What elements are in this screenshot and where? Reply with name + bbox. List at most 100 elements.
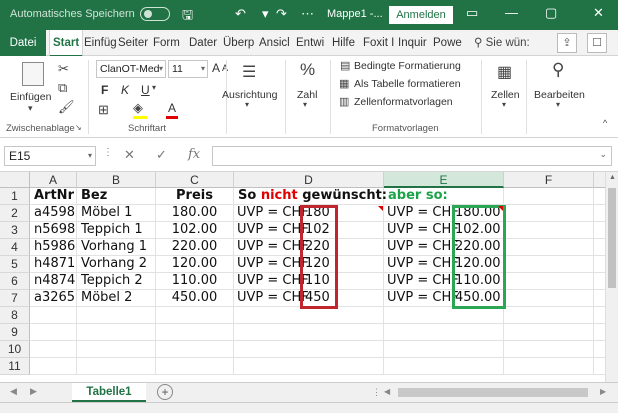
vertical-scrollbar[interactable]: ▲: [605, 172, 618, 382]
row-header[interactable]: 11: [0, 358, 30, 375]
autosave-toggle[interactable]: [140, 7, 170, 21]
empty-cell[interactable]: [594, 324, 605, 341]
empty-cell[interactable]: [156, 341, 234, 358]
cell-b4[interactable]: Vorhang 1: [77, 239, 156, 256]
borders-icon[interactable]: ⊞: [98, 102, 109, 118]
cell-a2[interactable]: a4598: [30, 205, 77, 222]
empty-cell[interactable]: [384, 307, 504, 324]
cell-b7[interactable]: Möbel 2: [77, 290, 156, 307]
row-header[interactable]: 9: [0, 324, 30, 341]
sheet-next-icon[interactable]: ▶: [30, 386, 37, 397]
insert-function-icon[interactable]: fx: [188, 147, 200, 162]
font-size-combo[interactable]: 11 ▾: [168, 60, 208, 78]
tab-hilfe[interactable]: Hilfe: [332, 30, 360, 56]
cell-c5[interactable]: 120.00: [156, 256, 234, 273]
cell-c2[interactable]: 180.00: [156, 205, 234, 222]
cell-b5[interactable]: Vorhang 2: [77, 256, 156, 273]
worksheet-grid[interactable]: A B C D E F 1 2 3 4 5 6 7 8 9 10 11 ArtN…: [0, 172, 605, 382]
save-icon[interactable]: 🖫: [182, 6, 193, 28]
format-as-table-button[interactable]: Als Tabelle formatieren: [354, 78, 461, 90]
empty-cell[interactable]: [234, 307, 384, 324]
empty-cell[interactable]: [30, 358, 77, 375]
empty-cell[interactable]: [384, 324, 504, 341]
empty-cell[interactable]: [384, 341, 504, 358]
redo-icon[interactable]: ↷: [276, 6, 287, 22]
tab-datei[interactable]: Datei: [0, 30, 46, 56]
cancel-icon[interactable]: ✕: [124, 147, 135, 163]
underline-button[interactable]: U: [141, 83, 150, 97]
paste-button[interactable]: Einfügen: [10, 91, 51, 103]
undo-icon[interactable]: ↶: [235, 6, 246, 22]
tab-inquire[interactable]: Inquir: [398, 30, 430, 56]
cell-c1[interactable]: Preis: [156, 188, 234, 205]
empty-cell[interactable]: [77, 307, 156, 324]
paste-dropdown-icon[interactable]: ▾: [28, 103, 33, 114]
search-icon[interactable]: ⚲: [552, 60, 564, 80]
cell-b3[interactable]: Teppich 1: [77, 222, 156, 239]
row-header[interactable]: 7: [0, 290, 30, 307]
alignment-icon[interactable]: ☰: [242, 62, 256, 82]
undo-dropdown-icon[interactable]: ▾: [262, 6, 269, 22]
maximize-icon[interactable]: ▢: [545, 5, 557, 21]
tab-foxit[interactable]: Foxit I: [363, 30, 395, 56]
cell-e1[interactable]: aber so:: [384, 188, 504, 205]
cut-icon[interactable]: ✂: [58, 61, 69, 77]
horizontal-scroll-thumb[interactable]: [398, 388, 588, 397]
empty-cell[interactable]: [594, 256, 605, 273]
empty-cell[interactable]: [156, 324, 234, 341]
row-header[interactable]: 5: [0, 256, 30, 273]
cell-f4[interactable]: [504, 239, 594, 256]
name-box[interactable]: E15 ▾: [4, 146, 96, 166]
cell-a1[interactable]: ArtNr: [30, 188, 77, 205]
empty-cell[interactable]: [384, 358, 504, 375]
number-format-button[interactable]: Zahl: [297, 89, 317, 101]
empty-cell[interactable]: [504, 324, 594, 341]
empty-cell[interactable]: [30, 341, 77, 358]
row-header[interactable]: 6: [0, 273, 30, 290]
tell-me-search[interactable]: ⚲ Sie wün:: [474, 30, 530, 56]
column-header-a[interactable]: A: [30, 172, 77, 188]
collapse-ribbon-icon[interactable]: ^: [603, 118, 607, 128]
cell-a3[interactable]: n5698: [30, 222, 77, 239]
sign-in-button[interactable]: Anmelden: [389, 6, 453, 24]
empty-cell[interactable]: [156, 307, 234, 324]
expand-formula-bar-icon[interactable]: ⌄: [599, 149, 607, 160]
cell-b2[interactable]: Möbel 1: [77, 205, 156, 222]
tab-entwicklertools[interactable]: Entwi: [296, 30, 329, 56]
cells-icon[interactable]: ▦: [497, 62, 512, 82]
share-icon[interactable]: ⇪: [557, 33, 577, 53]
empty-cell[interactable]: [594, 307, 605, 324]
tab-start[interactable]: Start: [49, 30, 84, 57]
cell-c7[interactable]: 450.00: [156, 290, 234, 307]
row-header[interactable]: 10: [0, 341, 30, 358]
empty-cell[interactable]: [77, 358, 156, 375]
percent-icon[interactable]: %: [300, 60, 315, 80]
shrink-font-button[interactable]: A: [222, 63, 228, 73]
empty-cell[interactable]: [30, 324, 77, 341]
select-all-corner[interactable]: [0, 172, 30, 188]
enter-icon[interactable]: ✓: [156, 147, 167, 163]
add-sheet-icon[interactable]: +: [157, 384, 173, 400]
empty-cell[interactable]: [594, 205, 605, 222]
customize-qat-icon[interactable]: ⋯: [301, 6, 314, 22]
fill-color-icon[interactable]: ◈: [133, 100, 143, 116]
minimize-icon[interactable]: —: [505, 5, 518, 20]
row-header[interactable]: 1: [0, 188, 30, 205]
underline-dropdown-icon[interactable]: ▾: [152, 83, 156, 92]
cell-f2[interactable]: [504, 205, 594, 222]
alignment-button[interactable]: Ausrichtung: [222, 89, 277, 101]
cell-f1[interactable]: [504, 188, 594, 205]
cell-f7[interactable]: [504, 290, 594, 307]
font-color-button[interactable]: A: [168, 101, 176, 115]
cell-d1[interactable]: So nicht gewünscht:: [234, 188, 387, 205]
cell-f3[interactable]: [504, 222, 594, 239]
empty-cell[interactable]: [594, 222, 605, 239]
tab-formeln[interactable]: Form: [153, 30, 185, 56]
tab-seitenlayout[interactable]: Seiter: [118, 30, 150, 56]
row-header[interactable]: 2: [0, 205, 30, 222]
cell-b1[interactable]: Bez: [77, 188, 156, 205]
paste-icon[interactable]: [22, 62, 44, 86]
empty-cell[interactable]: [504, 358, 594, 375]
font-name-combo[interactable]: ClanOT-Med ▾: [96, 60, 166, 78]
formula-input[interactable]: ⌄: [212, 146, 612, 166]
